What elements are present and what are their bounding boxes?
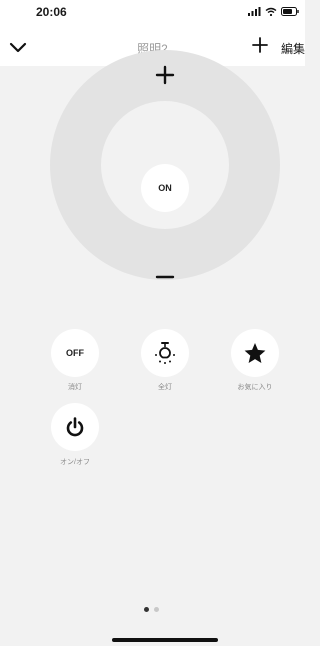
page-dot bbox=[154, 607, 159, 612]
on-button[interactable]: ON bbox=[141, 164, 189, 212]
all-light-caption: 全灯 bbox=[158, 384, 172, 391]
minus-icon bbox=[155, 275, 175, 279]
plus-icon bbox=[155, 65, 175, 85]
plus-icon bbox=[252, 37, 268, 53]
wifi-icon bbox=[265, 7, 277, 16]
favorite-button[interactable] bbox=[231, 329, 279, 377]
brightness-up-button[interactable] bbox=[152, 62, 178, 88]
home-indicator bbox=[112, 638, 218, 642]
battery-icon bbox=[281, 7, 299, 16]
signal-icon bbox=[248, 7, 261, 16]
brightness-down-button[interactable] bbox=[152, 268, 178, 284]
off-caption: 消灯 bbox=[68, 384, 82, 391]
favorite-caption: お気に入り bbox=[237, 384, 273, 391]
edit-button[interactable]: 編集 bbox=[281, 40, 305, 57]
page-indicator bbox=[144, 607, 159, 612]
status-bar: 20:06 bbox=[0, 0, 305, 28]
page-dot-active bbox=[144, 607, 149, 612]
off-button[interactable]: OFF bbox=[51, 329, 99, 377]
star-icon bbox=[244, 343, 266, 363]
status-time: 20:06 bbox=[36, 5, 67, 19]
all-light-button[interactable] bbox=[141, 329, 189, 377]
power-toggle-button[interactable] bbox=[51, 403, 99, 451]
power-icon bbox=[66, 417, 84, 437]
power-toggle-caption: オン/オフ bbox=[60, 459, 90, 466]
light-bulb-icon bbox=[155, 342, 175, 364]
add-button[interactable] bbox=[249, 34, 271, 56]
status-icons bbox=[248, 7, 299, 16]
